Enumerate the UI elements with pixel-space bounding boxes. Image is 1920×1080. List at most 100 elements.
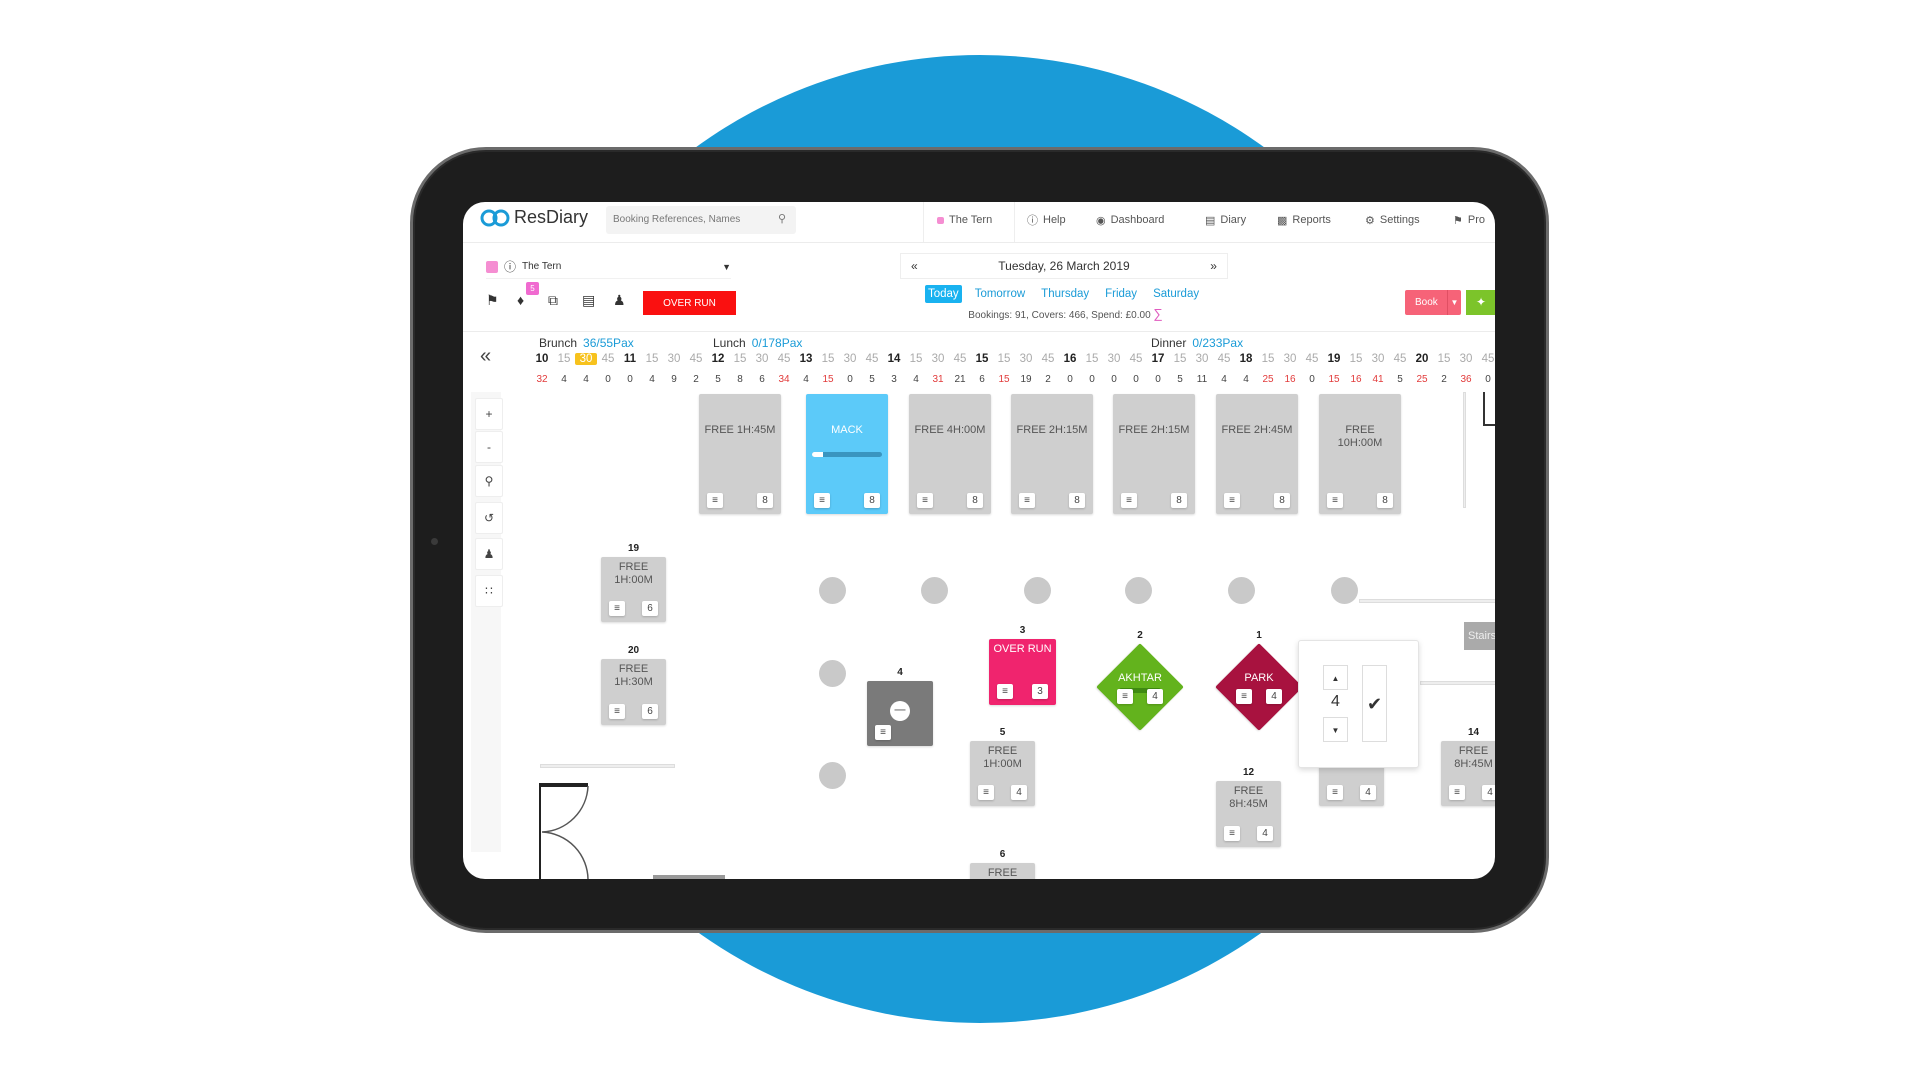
round-table-stool[interactable]	[921, 577, 948, 604]
covers-count[interactable]: 4	[1011, 785, 1027, 800]
covers-count[interactable]: 4	[1482, 785, 1495, 800]
table[interactable]: FREE 2H:45M ≡ 8	[1216, 394, 1298, 514]
time-slot[interactable]: 45	[597, 353, 619, 365]
notes-list-icon[interactable]: ≡	[1224, 826, 1240, 841]
time-slot[interactable]: 15	[1345, 353, 1367, 365]
table[interactable]: FREE 8H:45M ≡ 4	[1441, 741, 1495, 806]
round-table-stool[interactable]	[1024, 577, 1051, 604]
time-slot[interactable]: 15	[553, 353, 575, 365]
notes-list-icon[interactable]: ≡	[1019, 493, 1035, 508]
notes-list-icon[interactable]: ≡	[609, 704, 625, 719]
time-slot[interactable]: 45	[685, 353, 707, 365]
time-slot[interactable]: 15	[1433, 353, 1455, 365]
time-slot[interactable]: 20	[1411, 353, 1433, 365]
covers-count[interactable]: 8	[864, 493, 880, 508]
round-table-stool[interactable]	[819, 762, 846, 789]
tab-tomorrow[interactable]: Tomorrow	[972, 285, 1028, 303]
shift-dinner[interactable]: Dinner 0/233Pax	[1151, 336, 1243, 350]
notes-list-icon[interactable]: ≡	[978, 785, 994, 800]
table[interactable]: MACK ≡ 8	[806, 394, 888, 514]
notes-list-icon[interactable]: ≡	[1121, 493, 1137, 508]
time-slot[interactable]: 15	[993, 353, 1015, 365]
time-slot[interactable]: 30	[1015, 353, 1037, 365]
time-slot[interactable]: 15	[1257, 353, 1279, 365]
covers-count[interactable]: 4	[1147, 689, 1163, 704]
nav-help[interactable]: ⓘ Help	[1027, 210, 1066, 230]
confirm-check-icon[interactable]: ✔	[1362, 665, 1387, 742]
notes-list-icon[interactable]: ≡	[814, 493, 830, 508]
next-day-button[interactable]: »	[1210, 259, 1217, 273]
table[interactable]: PARK ≡ 4	[1215, 643, 1303, 731]
time-slot[interactable]: 30	[927, 353, 949, 365]
time-slot[interactable]: 30	[839, 353, 861, 365]
time-slot[interactable]: 16	[1059, 353, 1081, 365]
round-table-stool[interactable]	[1125, 577, 1152, 604]
nav-settings[interactable]: ⚙ Settings	[1365, 210, 1420, 230]
covers-count[interactable]: 8	[757, 493, 773, 508]
covers-count[interactable]: 4	[1257, 826, 1273, 841]
round-table-stool[interactable]	[1228, 577, 1255, 604]
time-slot[interactable]: 30	[1191, 353, 1213, 365]
covers-count[interactable]: 4	[1360, 785, 1376, 800]
covers-count[interactable]: 3	[1032, 684, 1048, 699]
time-slot[interactable]: 45	[1213, 353, 1235, 365]
covers-count[interactable]: 6	[642, 704, 658, 719]
notes-list-icon[interactable]: ≡	[609, 601, 625, 616]
walk-in-button[interactable]: ✦	[1466, 290, 1495, 315]
time-slot[interactable]: 30	[1279, 353, 1301, 365]
decrement-button[interactable]: ▼	[1323, 717, 1348, 742]
time-slot[interactable]: 45	[1477, 353, 1495, 365]
time-slot[interactable]: 45	[1037, 353, 1059, 365]
notes-list-icon[interactable]: ≡	[997, 684, 1013, 699]
increment-button[interactable]: ▲	[1323, 665, 1348, 690]
time-slot[interactable]: 45	[1125, 353, 1147, 365]
grid-tool-button[interactable]: ∷	[475, 575, 503, 607]
time-slot[interactable]: 10	[531, 353, 553, 365]
table[interactable]: FREE	[970, 863, 1035, 879]
notes-list-icon[interactable]: ≡	[875, 725, 891, 740]
table[interactable]: FREE 1H:00M ≡ 4	[970, 741, 1035, 806]
table[interactable]: FREE 4H:00M ≡ 8	[909, 394, 991, 514]
search-input[interactable]: Booking References, Names ⚲	[606, 206, 796, 234]
table[interactable]: FREE 8H:45M ≡ 4	[1216, 781, 1281, 847]
zoom-in-button[interactable]: +	[475, 398, 503, 430]
flag-icon[interactable]: ⚑	[486, 292, 499, 309]
time-slot[interactable]: 15	[817, 353, 839, 365]
table[interactable]: FREE 2H:15M ≡ 8	[1011, 394, 1093, 514]
time-slot[interactable]: 30	[1367, 353, 1389, 365]
time-slot[interactable]: 14	[883, 353, 905, 365]
notes-list-icon[interactable]: ≡	[917, 493, 933, 508]
shift-brunch[interactable]: Brunch 36/55Pax	[539, 336, 634, 350]
time-slot[interactable]: 15	[729, 353, 751, 365]
time-slot[interactable]: 11	[619, 353, 641, 365]
add-person-icon[interactable]: ♟	[613, 292, 626, 309]
copy-icon[interactable]: ⧉	[548, 292, 558, 309]
time-slot[interactable]: 15	[1169, 353, 1191, 365]
venue-select[interactable]: ⓘ The Tern ▼	[486, 255, 731, 279]
table[interactable]: FREE 1H:00M ≡ 6	[601, 557, 666, 622]
nav-venue[interactable]: The Tern	[937, 210, 992, 230]
notes-list-icon[interactable]: ≡	[1327, 493, 1343, 508]
time-slot[interactable]: 45	[1389, 353, 1411, 365]
table[interactable]: AKHTAR ≡ 4	[1096, 643, 1184, 731]
covers-count[interactable]: 4	[1266, 689, 1282, 704]
collapse-left-button[interactable]: «	[480, 345, 491, 368]
date-picker[interactable]: « Tuesday, 26 March 2019 »	[900, 253, 1228, 279]
calendar-icon[interactable]: ▤	[582, 292, 595, 309]
table[interactable]: FREE 1H:30M ≡ 6	[601, 659, 666, 725]
nav-reports[interactable]: ▩ Reports	[1277, 210, 1331, 230]
covers-count[interactable]: 8	[1377, 493, 1393, 508]
table[interactable]: FREE 2H:15M ≡ 8	[1113, 394, 1195, 514]
covers-count[interactable]: 8	[1274, 493, 1290, 508]
time-slot[interactable]: 12	[707, 353, 729, 365]
time-slot[interactable]: 15	[1081, 353, 1103, 365]
notes-list-icon[interactable]: ≡	[1327, 785, 1343, 800]
nav-dashboard[interactable]: ◉ Dashboard	[1096, 210, 1164, 230]
time-slot[interactable]: 13	[795, 353, 817, 365]
search-tool-button[interactable]: ⚲	[475, 465, 503, 497]
tab-saturday[interactable]: Saturday	[1150, 285, 1202, 303]
logo[interactable]: ResDiary	[480, 207, 588, 228]
sigma-icon[interactable]: ∑	[1153, 306, 1162, 321]
table[interactable]: FREE 1H:45M ≡ 8	[699, 394, 781, 514]
person-tool-button[interactable]: ♟	[475, 538, 503, 570]
